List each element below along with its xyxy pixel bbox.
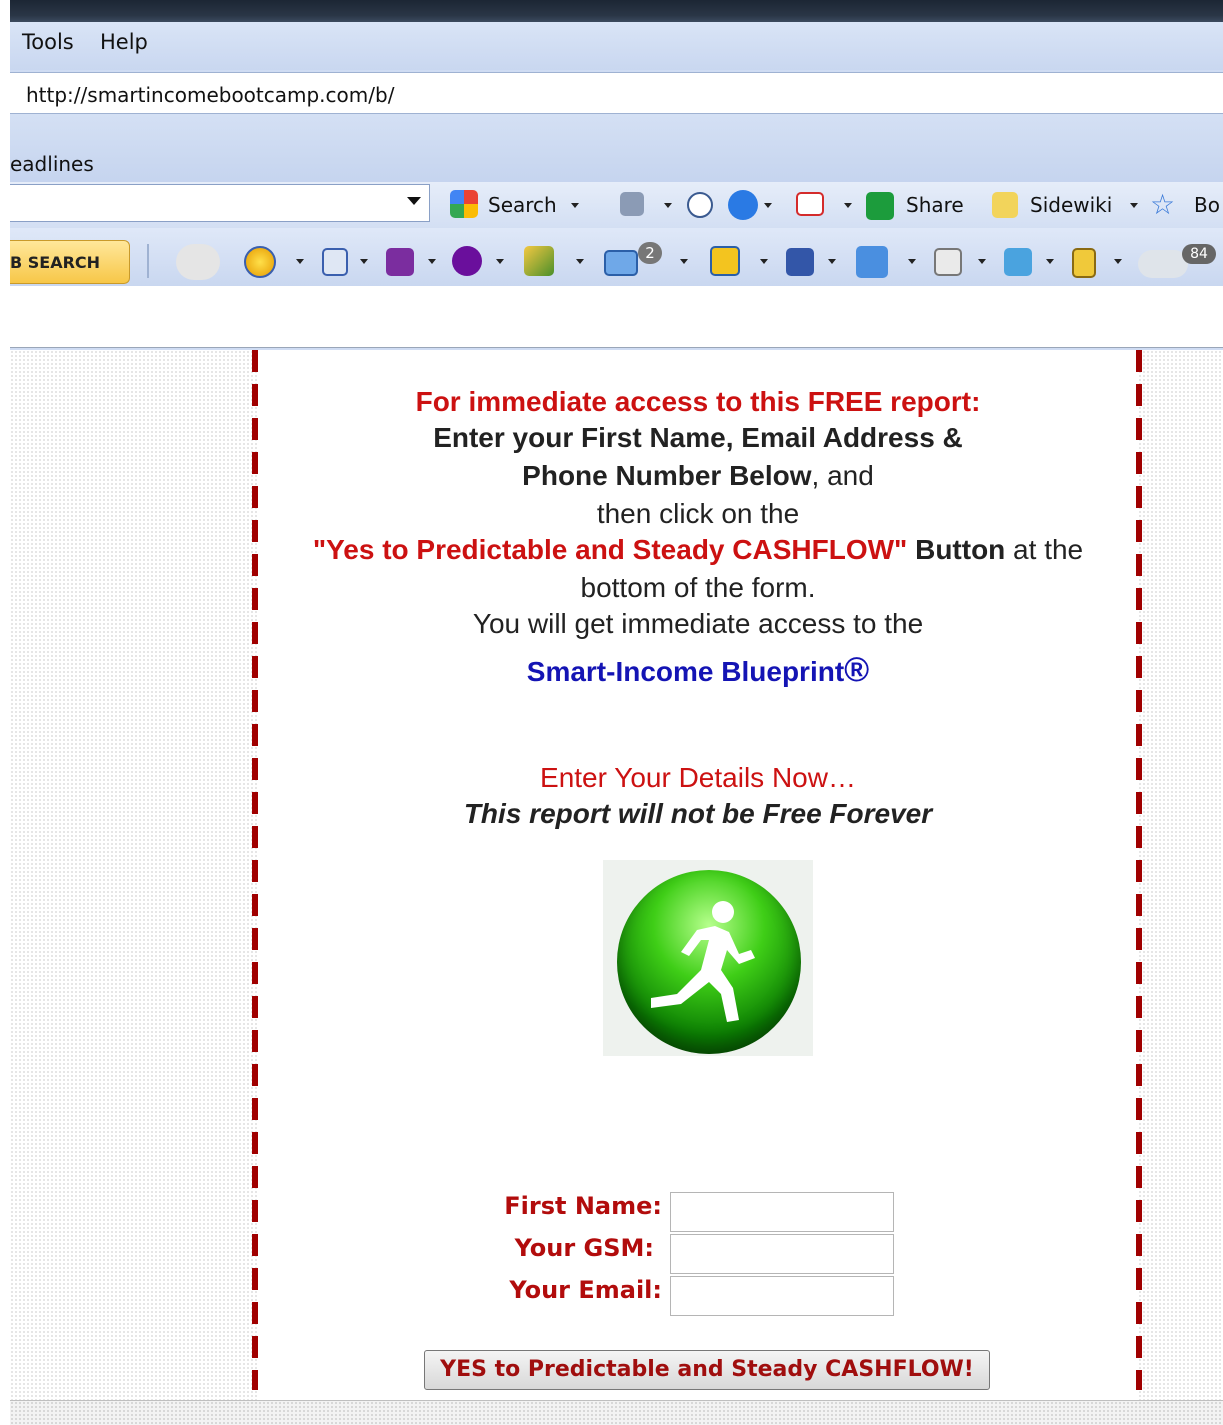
call-to-action: Enter Your Details Now… [540, 762, 856, 793]
yahoo-icon[interactable] [452, 246, 482, 276]
clock-icon[interactable] [687, 192, 713, 218]
games-icon[interactable] [1004, 248, 1032, 276]
instruction-and-text: , and [811, 460, 874, 491]
instruction-line-5: bottom of the form. [580, 572, 816, 603]
chevron-down-icon[interactable] [576, 259, 584, 264]
menu-bar: Tools Help [10, 22, 1223, 70]
menu-help[interactable]: Help [100, 30, 148, 54]
web-page: For immediate access to this FREE report… [10, 350, 1223, 1400]
instruction-line-6: You will get immediate access to the [472, 608, 924, 639]
runner-image [603, 860, 813, 1056]
chevron-down-icon[interactable] [664, 203, 672, 208]
toolbar-share-button[interactable]: Share [906, 193, 964, 217]
instruction-line-2: Phone Number Below, and [258, 458, 1138, 494]
favorites-icon[interactable] [786, 248, 814, 276]
gsm-label: Your GSM: [514, 1234, 654, 1262]
status-bar [10, 1400, 1223, 1425]
button-quote-text: "Yes to Predictable and Steady CASHFLOW" [312, 534, 908, 565]
urgency-note: This report will not be Free Forever [463, 798, 933, 829]
right-dashed-border [1136, 350, 1142, 1390]
chevron-down-icon[interactable] [908, 259, 916, 264]
chevron-down-icon[interactable] [496, 259, 504, 264]
chevron-down-icon[interactable] [428, 259, 436, 264]
chevron-down-icon[interactable] [844, 203, 852, 208]
google-toolbar: Search Share Sidewiki ☆ Bo [10, 182, 1223, 228]
runner-figure [651, 901, 755, 1022]
bookmark-star-icon[interactable]: ☆ [1150, 188, 1175, 221]
sidewiki-icon[interactable] [992, 192, 1018, 218]
chevron-down-icon[interactable] [360, 259, 368, 264]
google-icon[interactable] [450, 190, 478, 218]
photos-icon[interactable] [524, 246, 554, 276]
window-left-edge [0, 0, 10, 1425]
chevron-down-icon[interactable] [760, 259, 768, 264]
chevron-down-icon[interactable] [764, 203, 772, 208]
bookmarks-icon[interactable] [1072, 248, 1096, 278]
news-icon[interactable] [856, 246, 888, 278]
left-dashed-border [252, 350, 258, 1390]
chevron-down-icon[interactable] [828, 259, 836, 264]
gsm-field[interactable] [670, 1234, 894, 1274]
chevron-down-icon[interactable] [680, 259, 688, 264]
instruction-line-3: then click on the [596, 498, 800, 529]
mail-count-badge: 2 [638, 242, 662, 264]
email-field[interactable] [670, 1276, 894, 1316]
toolbar-bookmarks-button[interactable]: Bo [1194, 193, 1220, 217]
chevron-down-icon[interactable] [571, 203, 579, 208]
calendar-icon[interactable] [934, 248, 962, 276]
toolbar-search-button[interactable]: Search [488, 193, 557, 217]
address-url[interactable]: http://smartincomebootcamp.com/b/ [26, 83, 394, 107]
share-icon[interactable] [866, 192, 894, 220]
instruction-line-4: "Yes to Predictable and Steady CASHFLOW"… [258, 532, 1138, 568]
button-word: Button [915, 534, 1006, 565]
chevron-down-icon[interactable] [1114, 259, 1122, 264]
toolbar-web-search-button[interactable]: B SEARCH [10, 240, 130, 284]
toolbar-sidewiki-button[interactable]: Sidewiki [1030, 193, 1112, 217]
first-name-label: First Name: [504, 1192, 662, 1220]
mail-icon[interactable] [604, 250, 638, 276]
toolbar-search-combo[interactable] [10, 184, 430, 222]
instruction-line-1: Enter your First Name, Email Address & [433, 422, 963, 453]
address-bar[interactable]: http://smartincomebootcamp.com/b/ [10, 72, 1223, 114]
plus-icon[interactable] [728, 190, 758, 220]
browser-chrome: Tools Help http://smartincomebootcamp.co… [10, 22, 1223, 350]
notepad-icon[interactable] [322, 248, 348, 276]
links-bar: eadlines [10, 114, 1223, 190]
submit-button[interactable]: YES to Predictable and Steady CASHFLOW! [424, 1350, 990, 1390]
product-name-text: Smart-Income Blueprint [526, 656, 845, 687]
registered-mark: ® [844, 651, 870, 689]
smiley-icon[interactable] [244, 246, 276, 278]
weather-temperature: 84 [1182, 244, 1216, 264]
runner-icon [617, 870, 801, 1054]
first-name-field[interactable] [670, 1192, 894, 1232]
toolbar-web-search-label: B SEARCH [10, 253, 101, 272]
headline: For immediate access to this FREE report… [415, 386, 981, 417]
my-yahoo-icon[interactable] [386, 248, 414, 276]
pencil-icon[interactable] [176, 244, 220, 280]
chevron-down-icon[interactable] [1130, 203, 1138, 208]
chevron-down-icon[interactable] [978, 259, 986, 264]
at-the-text: at the [1005, 534, 1084, 565]
gmail-icon[interactable] [796, 192, 824, 216]
window-title-bar [0, 0, 1223, 22]
chevron-down-icon[interactable] [407, 197, 421, 205]
empty-toolbar-row [10, 286, 1223, 348]
yahoo-toolbar: B SEARCH 2 84 [10, 228, 1223, 286]
weather-icon[interactable] [1138, 250, 1188, 278]
menu-tools[interactable]: Tools [22, 30, 74, 54]
chevron-down-icon[interactable] [296, 259, 304, 264]
landing-content: For immediate access to this FREE report… [258, 350, 1138, 1400]
instruction-phone-text: Phone Number Below [522, 460, 812, 491]
chevron-down-icon[interactable] [1046, 259, 1054, 264]
shopping-icon[interactable] [710, 246, 740, 276]
toolbar-separator [147, 244, 149, 278]
page-rank-icon[interactable] [620, 192, 644, 216]
email-label: Your Email: [509, 1276, 662, 1304]
links-bar-headlines[interactable]: eadlines [10, 152, 94, 176]
product-name: Smart-Income Blueprint® [258, 652, 1138, 690]
